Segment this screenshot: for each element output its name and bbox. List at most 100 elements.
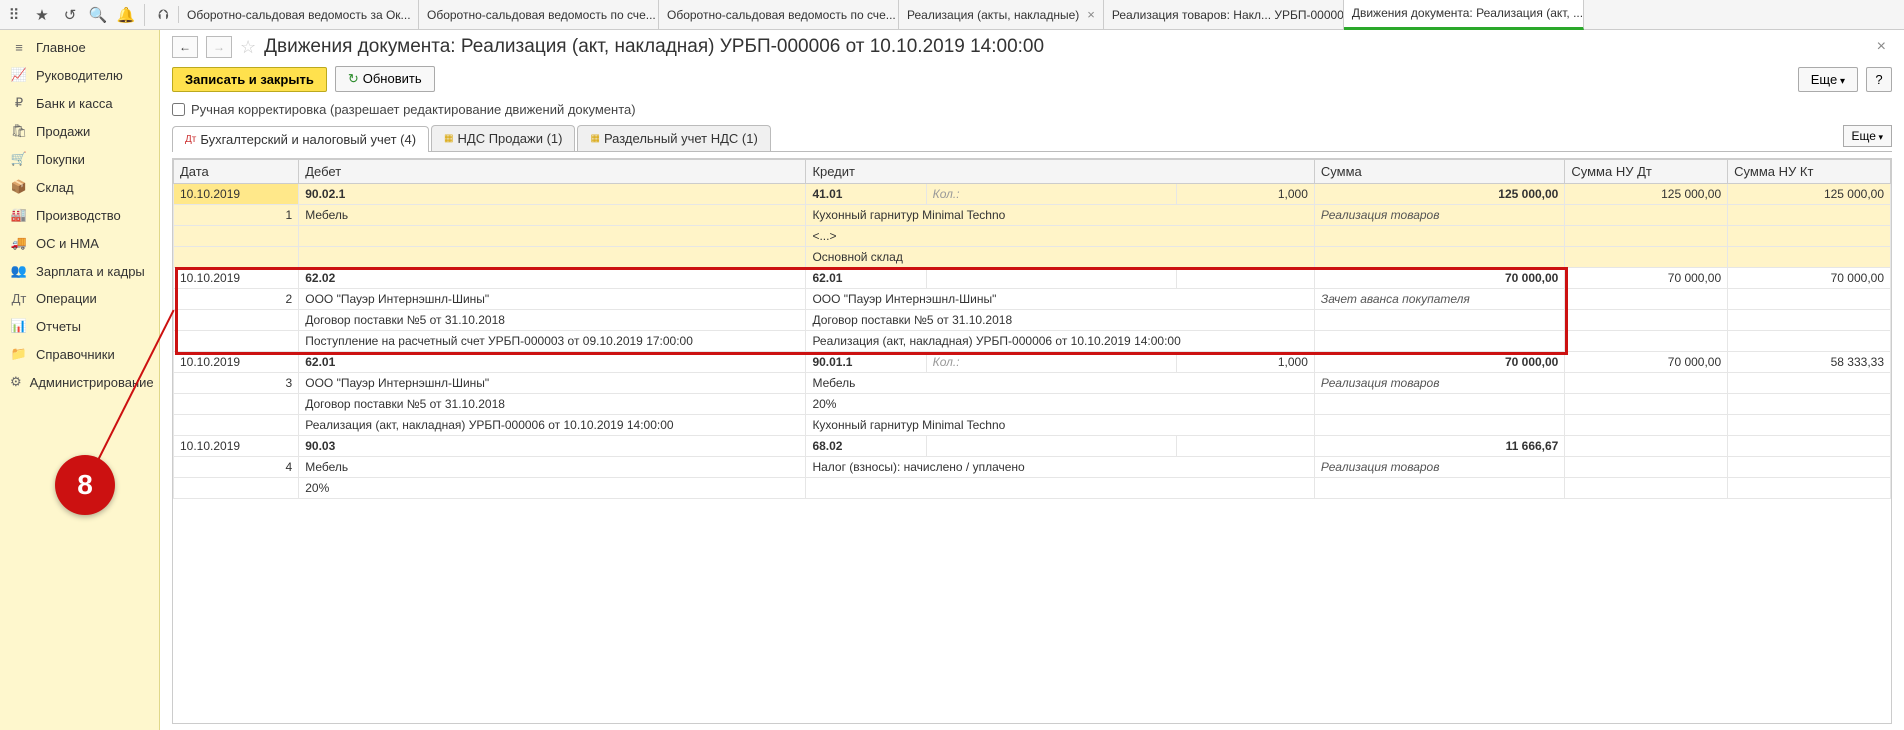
col-nudt[interactable]: Сумма НУ Дт — [1565, 160, 1728, 184]
entry-detail-row[interactable]: Поступление на расчетный счет УРБП-00000… — [174, 331, 1891, 352]
col-debit[interactable]: Дебет — [299, 160, 806, 184]
col-credit[interactable]: Кредит — [806, 160, 1314, 184]
col-date[interactable]: Дата — [174, 160, 299, 184]
cell-sum-note — [1314, 394, 1564, 415]
sidebar-item-label: ОС и НМА — [36, 236, 99, 251]
entry-detail-row[interactable]: 3 ООО "Пауэр Интернэшнл-Шины" Мебель Реа… — [174, 373, 1891, 394]
help-button[interactable]: ? — [1866, 67, 1892, 92]
app-tab[interactable]: Реализация (акты, накладные)× — [899, 0, 1104, 30]
entry-header-row[interactable]: 10.10.2019 62.01 90.01.1 Кол.: 1,000 70 … — [174, 352, 1891, 373]
cell-sum-note — [1314, 415, 1564, 436]
app-tab-label: Движения документа: Реализация (акт, ... — [1352, 6, 1583, 20]
entry-detail-row[interactable]: Основной склад — [174, 247, 1891, 268]
favorite-star-icon[interactable]: ☆ — [240, 37, 256, 58]
entry-detail-row[interactable]: 1 Мебель Кухонный гарнитур Minimal Techn… — [174, 205, 1891, 226]
inner-tab[interactable]: ДтБухгалтерский и налоговый учет (4) — [172, 126, 429, 152]
sidebar-icon: Дт — [10, 291, 28, 306]
inner-tab[interactable]: ▦НДС Продажи (1) — [431, 125, 575, 151]
cell-empty — [1728, 205, 1891, 226]
search-icon[interactable]: 🔍 — [86, 3, 110, 27]
app-tab[interactable]: Оборотно-сальдовая ведомость по сче...× — [419, 0, 659, 30]
nav-forward-button[interactable]: → — [206, 36, 232, 58]
entry-detail-row[interactable]: Реализация (акт, накладная) УРБП-000006 … — [174, 415, 1891, 436]
close-document-icon[interactable]: × — [1877, 38, 1892, 56]
cell-sum-note — [1314, 331, 1564, 352]
col-nukt[interactable]: Сумма НУ Кт — [1728, 160, 1891, 184]
nav-back-button[interactable]: ← — [172, 36, 198, 58]
sidebar-item[interactable]: 📈Руководителю — [0, 61, 159, 89]
sidebar-item[interactable]: 📦Склад — [0, 173, 159, 201]
app-tab[interactable]: Оборотно-сальдовая ведомость за Ок...× — [179, 0, 419, 30]
cell-nudt: 70 000,00 — [1565, 268, 1728, 289]
cell-qty — [1177, 436, 1315, 457]
sidebar-item[interactable]: 📁Справочники — [0, 340, 159, 368]
cell-debit-detail: Мебель — [299, 457, 806, 478]
col-sum[interactable]: Сумма — [1314, 160, 1564, 184]
cell-sum: 70 000,00 — [1314, 352, 1564, 373]
cell-sum-note — [1314, 310, 1564, 331]
sidebar-item[interactable]: 🚚ОС и НМА — [0, 229, 159, 257]
sidebar-item[interactable]: 🏭Производство — [0, 201, 159, 229]
star-icon[interactable]: ★ — [30, 3, 54, 27]
ledger-icon: ▦ — [444, 133, 453, 144]
refresh-button[interactable]: Обновить — [335, 66, 435, 92]
accounting-grid: Дата Дебет Кредит Сумма Сумма НУ Дт Сумм… — [173, 159, 1891, 499]
entry-header-row[interactable]: 10.10.2019 90.03 68.02 11 666,67 — [174, 436, 1891, 457]
cell-credit-detail: Основной склад — [806, 247, 1314, 268]
cell-debit-acc: 62.02 — [299, 268, 806, 289]
cell-nukt: 70 000,00 — [1728, 268, 1891, 289]
cell-credit-detail — [806, 478, 1314, 499]
manual-edit-row: Ручная корректировка (разрешает редактир… — [160, 100, 1904, 125]
entry-detail-row[interactable]: 4 Мебель Налог (взносы): начислено / упл… — [174, 457, 1891, 478]
cell-empty — [1565, 373, 1728, 394]
content-area: ← → ☆ Движения документа: Реализация (ак… — [160, 30, 1904, 730]
entry-detail-row[interactable]: Договор поставки №5 от 31.10.2018 20% — [174, 394, 1891, 415]
entry-detail-row[interactable]: 2 ООО "Пауэр Интернэшнл-Шины" ООО "Пауэр… — [174, 289, 1891, 310]
sidebar-item-label: Справочники — [36, 347, 115, 362]
more-button[interactable]: Еще — [1798, 67, 1858, 92]
cell-credit-detail: Договор поставки №5 от 31.10.2018 — [806, 310, 1314, 331]
manual-edit-checkbox[interactable] — [172, 103, 185, 116]
app-tab[interactable]: Оборотно-сальдовая ведомость по сче...× — [659, 0, 899, 30]
apps-icon[interactable]: ⠿ — [2, 3, 26, 27]
tab-close-icon[interactable]: × — [1087, 7, 1095, 22]
cell-credit-detail: Реализация (акт, накладная) УРБП-000006 … — [806, 331, 1314, 352]
entry-header-row[interactable]: 10.10.2019 90.02.1 41.01 Кол.: 1,000 125… — [174, 184, 1891, 205]
cell-credit-detail: 20% — [806, 394, 1314, 415]
inner-tab[interactable]: ▦Раздельный учет НДС (1) — [577, 125, 770, 151]
sidebar-item[interactable]: ДтОперации — [0, 285, 159, 312]
sidebar-item-label: Банк и касса — [36, 96, 113, 111]
sidebar-icon: 📦 — [10, 179, 28, 195]
cell-debit-acc: 62.01 — [299, 352, 806, 373]
sidebar-item[interactable]: ≡Главное — [0, 34, 159, 61]
cell-empty — [1728, 310, 1891, 331]
bell-icon[interactable]: 🔔 — [114, 3, 138, 27]
home-tab[interactable]: ⮉ — [149, 6, 179, 23]
sidebar-item[interactable]: ₽Банк и касса — [0, 89, 159, 117]
entry-detail-row[interactable]: 20% — [174, 478, 1891, 499]
entry-header-row[interactable]: 10.10.2019 62.02 62.01 70 000,00 70 000,… — [174, 268, 1891, 289]
sidebar-item[interactable]: 📊Отчеты — [0, 312, 159, 340]
sidebar-item-label: Зарплата и кадры — [36, 264, 145, 279]
cell-empty — [1565, 205, 1728, 226]
cell-credit-detail: ООО "Пауэр Интернэшнл-Шины" — [806, 289, 1314, 310]
doc-header: ← → ☆ Движения документа: Реализация (ак… — [160, 30, 1904, 62]
sidebar-item[interactable]: 🛒Покупки — [0, 145, 159, 173]
grid-wrapper: Дата Дебет Кредит Сумма Сумма НУ Дт Сумм… — [172, 158, 1892, 724]
cell-empty — [1565, 331, 1728, 352]
sidebar-item[interactable]: 👥Зарплата и кадры — [0, 257, 159, 285]
cell-credit-detail: Кухонный гарнитур Minimal Techno — [806, 205, 1314, 226]
save-close-button[interactable]: Записать и закрыть — [172, 67, 327, 92]
cell-debit-acc: 90.02.1 — [299, 184, 806, 205]
inner-more-button[interactable]: Еще — [1843, 125, 1892, 147]
entry-detail-row[interactable]: <...> — [174, 226, 1891, 247]
app-tab[interactable]: Движения документа: Реализация (акт, ...… — [1344, 0, 1584, 30]
history-icon[interactable]: ↺ — [58, 3, 82, 27]
entry-detail-row[interactable]: Договор поставки №5 от 31.10.2018 Догово… — [174, 310, 1891, 331]
sidebar-item[interactable]: 🛍Продажи — [0, 117, 159, 145]
cell-sum-note — [1314, 478, 1564, 499]
cell-debit-detail: 20% — [299, 478, 806, 499]
cell-kol-label: Кол.: — [926, 352, 1176, 373]
app-tab[interactable]: Реализация товаров: Накл... УРБП-000006× — [1104, 0, 1344, 30]
cell-debit-detail: ООО "Пауэр Интернэшнл-Шины" — [299, 373, 806, 394]
